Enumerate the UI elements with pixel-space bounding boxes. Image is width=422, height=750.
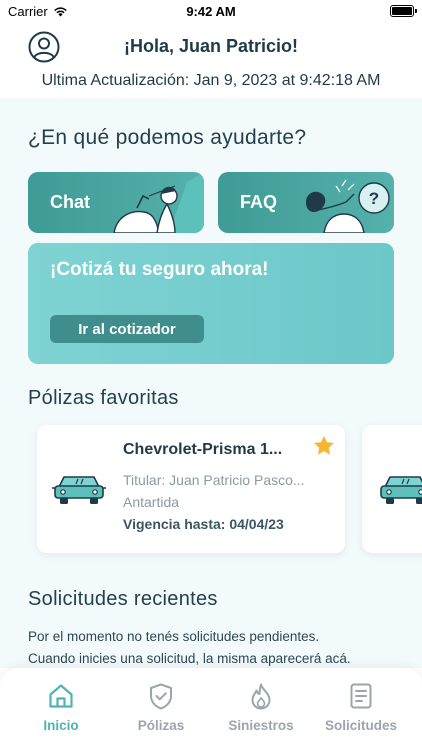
tab-solicitudes[interactable]: Solicitudes (311, 682, 411, 733)
quote-card[interactable]: ¡Cotizá tu seguro ahora! Ir al cotizador (28, 243, 394, 364)
tab-polizas[interactable]: Pólizas (111, 682, 211, 733)
next-policy-card[interactable] (362, 425, 422, 553)
tab-solicitudes-label: Solicitudes (324, 718, 397, 733)
tab-siniestros[interactable]: Siniestros (211, 682, 311, 733)
faq-card-label: FAQ (240, 192, 278, 212)
last-update-text: Ultima Actualización: Jan 9, 2023 at 9:4… (41, 72, 381, 89)
tab-bar: Inicio Pólizas Siniestros Solicitudes (0, 668, 422, 750)
status-bar: Carrier 9:42 AM (0, 0, 422, 22)
home-icon (49, 684, 73, 708)
svg-text:?: ? (369, 189, 379, 208)
shield-check-icon (150, 683, 172, 709)
person-chat-illustration (113, 172, 204, 233)
policy-vehicle-name: Chevrolet-Prisma 1... (123, 441, 283, 458)
car-icon (52, 476, 106, 504)
tab-inicio-label: Inicio (43, 718, 79, 733)
requests-empty-hint: Cuando inicies una solicitud, la misma a… (28, 651, 351, 666)
star-icon[interactable] (313, 435, 335, 456)
policy-validity: Vigencia hasta: 04/04/23 (123, 516, 284, 532)
battery-icon (390, 5, 417, 17)
requests-empty-text: Por el momento no tenés solicitudes pend… (28, 629, 320, 644)
header: ¡Hola, Juan Patricio! Ultima Actualizaci… (0, 22, 422, 98)
favorites-section-title: Pólizas favoritas (28, 387, 179, 409)
faq-card[interactable]: FAQ ? (218, 172, 394, 233)
chat-card-label: Chat (50, 192, 90, 212)
policy-location: Antartida (123, 494, 180, 510)
person-question-illustration: ? (306, 179, 390, 233)
main-content: ¿En qué podemos ayudarte? Chat FAQ ? ¡Co… (0, 98, 422, 668)
requests-section-title: Solicitudes recientes (28, 588, 218, 610)
favorite-policy-card[interactable]: Chevrolet-Prisma 1... Titular: Juan Patr… (37, 425, 345, 553)
document-icon (350, 683, 372, 709)
tab-polizas-label: Pólizas (137, 718, 185, 733)
quote-card-title: ¡Cotizá tu seguro ahora! (50, 259, 269, 280)
greeting-title: ¡Hola, Juan Patricio! (123, 36, 299, 56)
car-icon (380, 476, 422, 504)
tab-inicio[interactable]: Inicio (11, 682, 111, 733)
help-section-title: ¿En qué podemos ayudarte? (28, 126, 307, 149)
go-to-quoter-button[interactable]: Ir al cotizador (50, 315, 204, 343)
chat-card[interactable]: Chat (28, 172, 204, 233)
flame-icon (251, 683, 271, 709)
tab-siniestros-label: Siniestros (228, 718, 294, 733)
policy-holder: Titular: Juan Patricio Pasco... (123, 472, 305, 488)
status-time: 9:42 AM (186, 4, 236, 19)
